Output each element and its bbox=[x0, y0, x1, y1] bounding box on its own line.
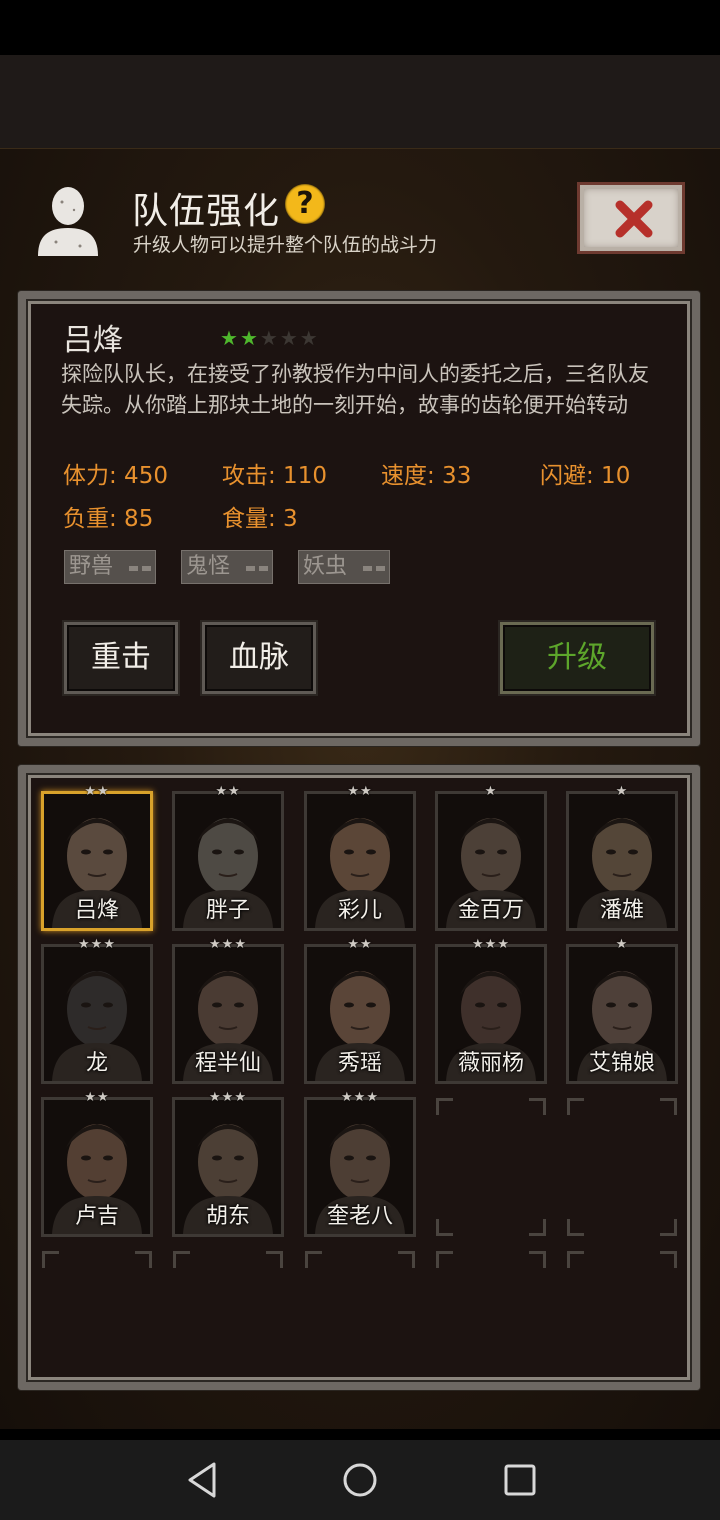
star-empty-icon: ★ bbox=[299, 326, 318, 350]
empty-slot bbox=[567, 1098, 677, 1236]
stat-dodge: 闪避: 10 bbox=[540, 463, 631, 489]
star-empty-icon: ★ bbox=[259, 326, 278, 350]
page-title: 队伍强化 bbox=[132, 191, 281, 232]
stat-load: 负重: 85 bbox=[63, 506, 154, 532]
empty-slot bbox=[436, 1251, 546, 1389]
roster-card[interactable]: ★★ 秀瑶 bbox=[304, 937, 416, 1084]
heavy-strike-button[interactable]: 重击 bbox=[64, 622, 178, 694]
character-name: 程半仙 bbox=[194, 1051, 261, 1076]
character-name: 秀瑶 bbox=[337, 1051, 382, 1076]
character-name: 艾锦娘 bbox=[588, 1051, 655, 1076]
back-icon[interactable] bbox=[184, 1460, 220, 1500]
character-name: 吕烽 bbox=[74, 898, 119, 923]
home-icon[interactable] bbox=[340, 1460, 380, 1500]
empty-slot bbox=[436, 1098, 546, 1236]
card-star-rating: ★★★ bbox=[341, 1090, 379, 1105]
roster-card[interactable]: ★★★ 龙 bbox=[41, 937, 153, 1084]
card-star-rating: ★ bbox=[484, 784, 498, 799]
roster-card[interactable]: ★★★ 奎老八 bbox=[304, 1090, 416, 1237]
roster-card[interactable]: ★★ 彩儿 bbox=[304, 784, 416, 931]
stat-speed: 速度: 33 bbox=[381, 463, 472, 489]
card-star-rating: ★★★ bbox=[209, 1090, 247, 1105]
character-name: 龙 bbox=[85, 1051, 108, 1076]
trait-tag: 野兽 bbox=[64, 550, 156, 584]
card-star-rating: ★★★ bbox=[472, 937, 510, 952]
recent-apps-icon[interactable] bbox=[502, 1460, 538, 1500]
star-icon: ★ bbox=[239, 326, 258, 350]
roster-card[interactable]: ★★ 卢吉 bbox=[41, 1090, 153, 1237]
empty-slot bbox=[305, 1251, 415, 1389]
hero-name: 吕烽 bbox=[63, 323, 123, 358]
page-subtitle: 升级人物可以提升整个队伍的战斗力 bbox=[133, 234, 438, 256]
bloodline-button[interactable]: 血脉 bbox=[202, 622, 316, 694]
roster-card[interactable]: ★★★ 程半仙 bbox=[172, 937, 284, 1084]
character-name: 金百万 bbox=[457, 898, 524, 923]
empty-slot bbox=[42, 1251, 152, 1389]
trait-tag: 鬼怪 bbox=[181, 550, 273, 584]
character-name: 薇丽杨 bbox=[457, 1051, 524, 1076]
character-name: 潘雄 bbox=[599, 898, 644, 923]
stat-attack: 攻击: 110 bbox=[222, 463, 327, 489]
status-bar bbox=[0, 0, 720, 55]
card-star-rating: ★★★ bbox=[78, 937, 116, 952]
card-star-rating: ★★ bbox=[215, 784, 241, 799]
trait-tag-label: 野兽 bbox=[69, 554, 114, 579]
card-star-rating: ★★ bbox=[84, 1090, 110, 1105]
card-star-rating: ★★ bbox=[347, 784, 373, 799]
character-name: 卢吉 bbox=[74, 1204, 119, 1229]
character-name: 彩儿 bbox=[337, 898, 382, 923]
stat-food: 食量: 3 bbox=[222, 506, 298, 532]
profile-silhouette-icon bbox=[34, 184, 102, 256]
roster-card[interactable]: ★ 艾锦娘 bbox=[566, 937, 678, 1084]
trait-tag-label: 妖虫 bbox=[303, 554, 348, 579]
card-star-rating: ★★★ bbox=[209, 937, 247, 952]
empty-slot bbox=[173, 1251, 283, 1389]
character-name: 奎老八 bbox=[326, 1204, 393, 1229]
close-icon bbox=[615, 200, 653, 238]
card-star-rating: ★★ bbox=[347, 937, 373, 952]
card-star-rating: ★ bbox=[615, 937, 629, 952]
character-name: 胡东 bbox=[205, 1204, 250, 1229]
close-button[interactable] bbox=[577, 182, 685, 254]
hero-star-rating: ★ ★ ★ ★ ★ bbox=[220, 328, 318, 348]
star-empty-icon: ★ bbox=[279, 326, 298, 350]
empty-slot bbox=[567, 1251, 677, 1389]
upgrade-button[interactable]: 升级 bbox=[500, 622, 654, 694]
top-band bbox=[0, 55, 720, 148]
character-name: 胖子 bbox=[205, 898, 250, 923]
trait-tag: 妖虫 bbox=[298, 550, 390, 584]
star-icon: ★ bbox=[220, 326, 238, 350]
trait-tag-label: 鬼怪 bbox=[186, 554, 231, 579]
roster-card[interactable]: ★ 金百万 bbox=[435, 784, 547, 931]
help-icon[interactable]: ? bbox=[285, 184, 325, 224]
roster-card[interactable]: ★★ 胖子 bbox=[172, 784, 284, 931]
card-star-rating: ★ bbox=[615, 784, 629, 799]
hero-description: 探险队队长，在接受了孙教授作为中间人的委托之后，三名队友失踪。从你踏上那块土地的… bbox=[61, 362, 649, 417]
roster-card[interactable]: ★★ 吕烽 bbox=[41, 784, 153, 931]
roster-card[interactable]: ★★★ 薇丽杨 bbox=[435, 937, 547, 1084]
stat-stamina: 体力: 450 bbox=[63, 463, 168, 489]
roster-card[interactable]: ★ 潘雄 bbox=[566, 784, 678, 931]
roster-card[interactable]: ★★★ 胡东 bbox=[172, 1090, 284, 1237]
card-star-rating: ★★ bbox=[84, 784, 110, 799]
